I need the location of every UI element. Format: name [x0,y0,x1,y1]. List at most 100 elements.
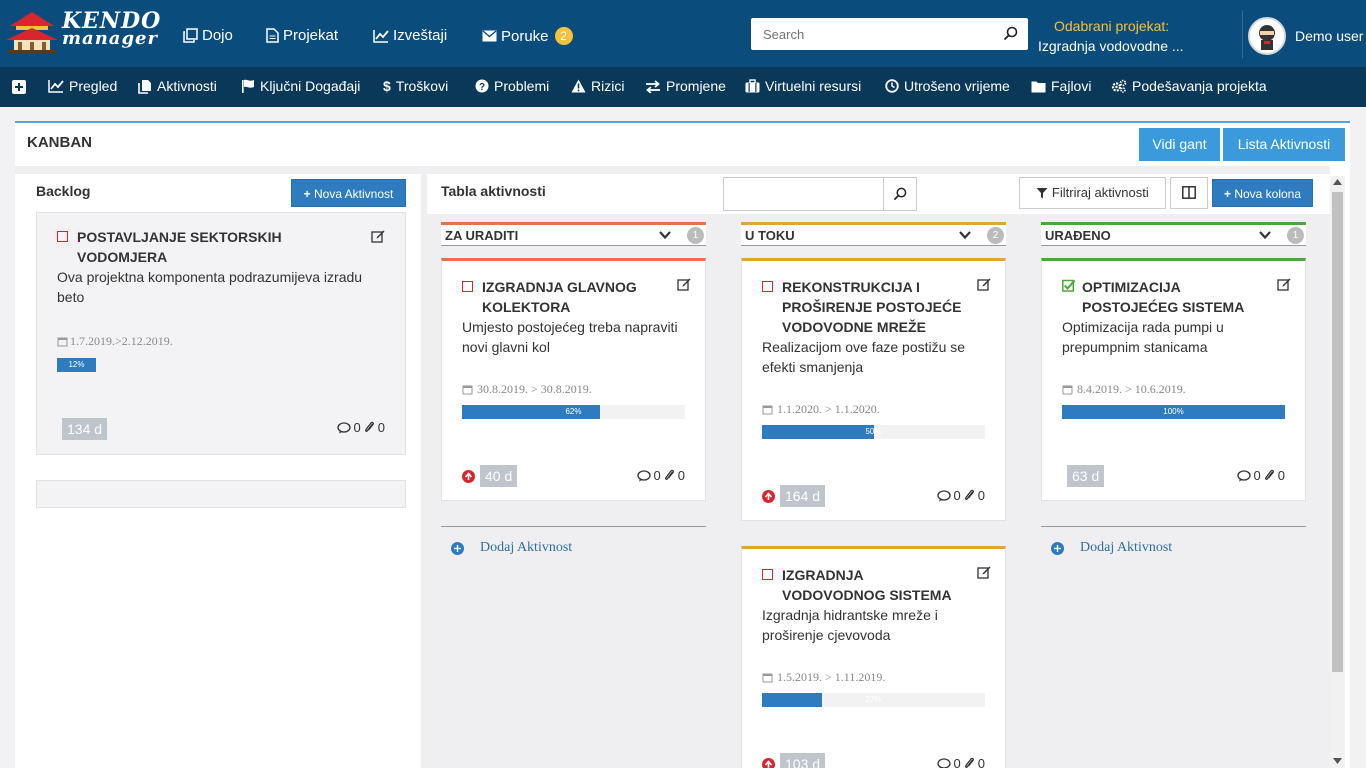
top-bar: KENDO manager Dojo Projekat Izveštaji Po… [0,0,1366,67]
activity-comments: 0 [953,488,961,503]
user-name[interactable]: Demo user [1295,28,1363,44]
edit-icon[interactable] [977,565,991,579]
vidi-gant-button[interactable]: Vidi gant [1139,128,1220,161]
activity-progress-bar: 100% [1062,405,1285,419]
backlog-card[interactable]: POSTAVLJANJE SEKTORSKIH VODOMJERA Ova pr… [36,212,406,455]
user-avatar[interactable] [1248,17,1286,55]
subnav-podesavanja-projekta[interactable]: Podešavanja projekta [1111,78,1267,94]
backlog-card-checkbox[interactable] [57,231,68,242]
activity-card[interactable]: IZGRADNJA VODOVODNOG SISTEMA Izgradnja h… [741,546,1006,768]
subnav-rizici[interactable]: Rizici [571,78,624,94]
scroll-up-icon[interactable] [1333,179,1342,185]
file-icon [266,28,279,43]
lane-header-uradeno[interactable]: URAĐENO 1 [1041,222,1306,246]
backlog-card-progress: 12% [57,358,96,372]
filter-activities-button[interactable]: Filtriraj aktivnosti [1019,177,1166,209]
selected-project-value[interactable]: Izgradnja vodovodne ... [1038,38,1184,54]
priority-up-icon [462,470,475,483]
lane-count-badge: 1 [1287,227,1304,244]
edit-icon[interactable] [1277,277,1291,291]
nav-dojo[interactable]: Dojo [183,27,233,44]
brand-logo[interactable]: KENDO manager [62,10,161,49]
filter-icon [1036,188,1048,199]
search-input[interactable] [751,18,991,50]
subnav-troskovi[interactable]: $ Troškovi [383,78,448,94]
activity-checkbox[interactable] [462,281,473,292]
subnav-fajlovi[interactable]: Fajlovi [1031,78,1091,94]
lane-header-u-toku[interactable]: U TOKU 2 [741,222,1006,246]
activity-days: 63 d [1067,465,1105,487]
subnav-aktivnosti[interactable]: Aktivnosti [138,78,217,94]
chevron-down-icon[interactable] [958,228,972,242]
nav-projekat[interactable]: Projekat [266,27,338,44]
activity-dates: 30.8.2019. > 30.8.2019. [462,382,592,397]
paperclip-icon [364,421,374,432]
nova-kolona-button[interactable]: + Nova kolona [1212,179,1313,207]
subnav-utroseno-vrijeme[interactable]: Utrošeno vrijeme [885,78,1010,94]
activity-attachments: 0 [677,468,685,483]
board-search-button[interactable] [883,177,917,211]
activity-checkbox[interactable] [762,281,773,292]
lane-header-za-uraditi[interactable]: ZA URADITI 1 [441,222,706,246]
warning-icon [571,79,586,93]
activity-title: OPTIMIZACIJA POSTOJEĆEG SISTEMA [1082,279,1245,315]
calendar-icon [1062,385,1073,395]
subnav-promjene[interactable]: Promjene [645,78,726,94]
header-divider [1242,10,1243,58]
brand-line-2: manager [62,28,158,49]
activity-progress-label: 50% [865,427,882,436]
subnav-utroseno-vrijeme-label: Utrošeno vrijeme [904,78,1010,94]
activity-card[interactable]: IZGRADNJA GLAVNOG KOLEKTORA Umjesto post… [441,258,706,501]
board-gap [15,166,1330,174]
selected-project-label: Odabrani projekat: [1054,18,1170,34]
nav-poruke[interactable]: Poruke 2 [482,27,573,45]
board-scrollbar[interactable] [1330,176,1345,768]
activity-card[interactable]: OPTIMIZACIJA POSTOJEĆEG SISTEMA Optimiza… [1041,258,1306,501]
paperclip-icon [1264,469,1274,480]
lane-title: URAĐENO [1045,228,1111,243]
chevron-down-icon[interactable] [1258,228,1272,242]
activity-checkbox[interactable] [762,569,773,580]
activity-dates: 1.1.2020. > 1.1.2020. [762,402,880,417]
edit-icon[interactable] [677,277,691,291]
board-search-input[interactable] [723,177,884,211]
subnav-kljucni-dogadjaji[interactable]: Ključni Događaji [241,78,360,94]
search-icon[interactable] [1003,26,1018,41]
checked-checkbox-icon[interactable] [1062,279,1075,292]
priority-up-icon [762,758,775,768]
activity-description: Umjesto postojećeg treba napraviti novi … [462,319,678,355]
nova-aktivnost-button[interactable]: + Nova Aktivnost [291,179,406,207]
activity-card[interactable]: REKONSTRUKCIJA I PROŠIRENJE POSTOJEĆE VO… [741,258,1006,521]
subnav-fajlovi-label: Fajlovi [1051,78,1092,94]
add-activity-za-uraditi[interactable]: Dodaj Aktivnost [451,540,572,556]
lista-aktivnosti-button[interactable]: Lista Aktivnosti [1223,128,1345,161]
scroll-thumb[interactable] [1332,192,1343,672]
edit-icon[interactable] [371,229,385,243]
priority-up-icon [762,490,775,503]
comment-icon [336,421,351,433]
subnav-pregled[interactable]: Pregled [48,78,117,94]
scroll-down-icon[interactable] [1333,758,1342,764]
plus-square-icon[interactable] [12,80,26,94]
add-activity-label: Dodaj Aktivnost [480,540,573,555]
suitcase-icon [745,79,760,93]
nav-projekat-label: Projekat [283,27,339,44]
exchange-icon [646,79,660,93]
subnav-virtuelni-resursi[interactable]: Virtuelni resursi [745,78,861,94]
activity-title: IZGRADNJA GLAVNOG KOLEKTORA [482,279,637,315]
columns-toggle-button[interactable] [1170,177,1208,209]
line-chart-icon [373,29,389,43]
chevron-down-icon[interactable] [658,228,672,242]
add-activity-uradeno[interactable]: Dodaj Aktivnost [1051,540,1172,556]
pagoda-logo-icon [6,12,58,54]
activity-attachments: 0 [977,756,985,768]
lane-title: U TOKU [745,228,795,243]
subnav-problemi[interactable]: ? Problemi [475,78,549,94]
activity-description: Izgradnja hidrantske mreže i proširenje … [762,607,938,643]
folder-icon [1031,81,1046,92]
comment-icon [936,757,951,768]
edit-icon[interactable] [977,277,991,291]
nav-izvestaji[interactable]: Izveštaji [373,27,447,44]
backlog-dropzone[interactable] [36,480,406,508]
activity-days: 40 d [480,465,518,487]
